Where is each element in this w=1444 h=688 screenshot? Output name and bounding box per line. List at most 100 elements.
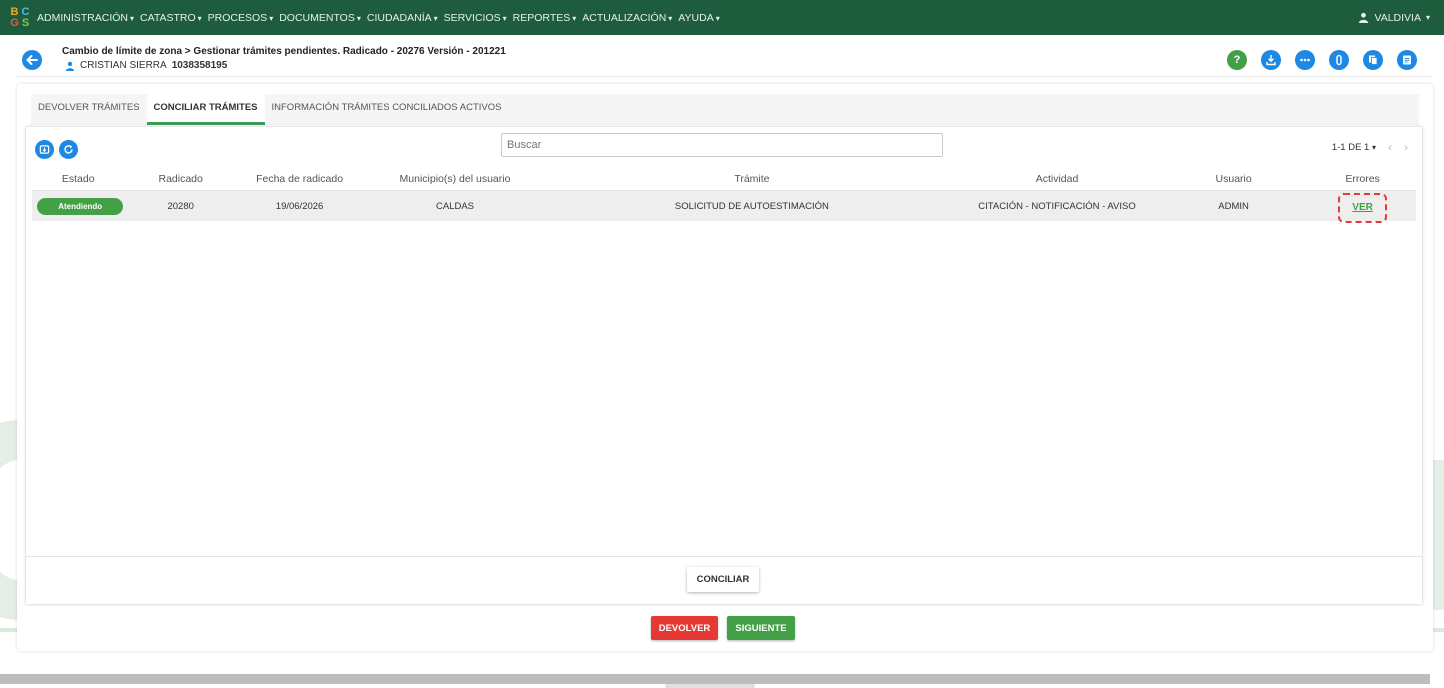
refresh-button[interactable] (59, 140, 78, 159)
refresh-icon (64, 145, 73, 154)
main-panel: DEVOLVER TRÁMITES CONCILIAR TRÁMITES INF… (17, 84, 1433, 651)
menu-procesos[interactable]: PROCESOS ▾ (208, 12, 274, 24)
back-button[interactable] (22, 50, 42, 70)
tab-conciliar-tramites[interactable]: CONCILIAR TRÁMITES (146, 94, 265, 125)
download-glyph (1266, 55, 1276, 66)
column-errores[interactable]: Errores (1309, 173, 1416, 185)
applicant-id: 1038358195 (171, 60, 228, 71)
column-usuario[interactable]: Usuario (1158, 173, 1309, 185)
chevron-down-icon: ▾ (356, 13, 361, 23)
copy-glyph (1369, 55, 1378, 65)
logo-letter: B (10, 5, 19, 18)
help-icon[interactable]: ? (1227, 50, 1247, 70)
cell-radicado: 20280 (167, 200, 194, 212)
breadcrumb: Cambio de límite de zona > Gestionar trá… (62, 46, 506, 57)
chevron-down-icon: ▾ (1425, 13, 1430, 22)
menu-catastro[interactable]: CATASTRO ▾ (140, 12, 202, 24)
menu-label: AYUDA (678, 11, 714, 24)
cell-fecha: 19/06/2026 (275, 200, 324, 212)
arrow-left-icon (26, 55, 38, 65)
table-row[interactable]: Atendiendo 20280 19/06/2026 CALDAS SOLIC… (32, 191, 1416, 223)
devolver-button[interactable]: DEVOLVER (651, 616, 718, 640)
tabs: DEVOLVER TRÁMITES CONCILIAR TRÁMITES INF… (31, 94, 509, 125)
column-estado[interactable]: Estado (32, 173, 124, 185)
column-radicado[interactable]: Radicado (124, 173, 237, 185)
menu-ciudadania[interactable]: CIUDADANÍA ▾ (367, 12, 438, 24)
conciliar-panel: 1-1 DE 1 ▾ ‹ › Estado Radicado Fecha de … (26, 127, 1422, 604)
user-name: VALDIVIA (1374, 11, 1421, 24)
pagination: 1-1 DE 1 ▾ ‹ › (1332, 140, 1408, 154)
menu-label: CATASTRO (140, 11, 196, 24)
applicant-name: CRISTIAN SIERRA (80, 60, 167, 71)
chevron-down-icon: ▾ (668, 13, 673, 23)
tramites-table: Estado Radicado Fecha de radicado Munici… (32, 167, 1416, 223)
cell-errores: VER (1309, 191, 1416, 223)
app-logo[interactable]: B C G S (9, 5, 31, 29)
cell-tramite: SOLICITUD DE AUTOESTIMACIÓN (674, 200, 829, 212)
view-errors-link[interactable]: VER (1338, 193, 1387, 223)
scrollbar-thumb[interactable] (665, 684, 755, 688)
main-menu: ADMINISTRACIÓN ▾ CATASTRO ▾ PROCESOS ▾ DOCU… (37, 12, 726, 24)
user-menu[interactable]: VALDIVIA ▾ (1358, 12, 1430, 24)
conciliar-button[interactable]: CONCILIAR (687, 567, 759, 592)
copy-icon[interactable] (1363, 50, 1383, 70)
chevron-down-icon: ▾ (130, 13, 135, 23)
chevron-left-icon[interactable]: ‹ (1388, 140, 1392, 154)
column-municipio[interactable]: Municipio(s) del usuario (362, 173, 548, 185)
siguiente-button[interactable]: SIGUIENTE (727, 616, 795, 640)
logo-letter: C (21, 5, 30, 18)
chevron-down-icon: ▾ (572, 13, 577, 23)
menu-documentos[interactable]: DOCUMENTOS ▾ (279, 12, 361, 24)
menu-label: ADMINISTRACIÓN (37, 11, 129, 24)
column-tramite[interactable]: Trámite (548, 173, 956, 185)
top-navbar: B C G S ADMINISTRACIÓN ▾ CATASTRO ▾ PROCES… (0, 0, 1444, 35)
pager-label: 1-1 DE 1 (1331, 141, 1370, 153)
menu-label: ACTUALIZACIÓN (582, 11, 667, 24)
menu-administracion[interactable]: ADMINISTRACIÓN ▾ (37, 12, 134, 24)
menu-label: DOCUMENTOS (279, 11, 355, 24)
menu-label: REPORTES (512, 11, 571, 24)
status-badge: Atendiendo (37, 197, 124, 215)
chevron-right-icon[interactable]: › (1404, 140, 1408, 154)
download-icon[interactable] (1261, 50, 1281, 70)
search-input[interactable] (501, 133, 943, 157)
chevron-down-icon: ▾ (502, 13, 507, 23)
chevron-down-icon: ▾ (433, 13, 438, 23)
menu-label: CIUDADANÍA (366, 11, 432, 24)
panel-footer: CONCILIAR (26, 556, 1422, 604)
menu-label: SERVICIOS (443, 11, 501, 24)
menu-servicios[interactable]: SERVICIOS ▾ (444, 12, 507, 24)
logo-letter: G (10, 16, 19, 29)
table-header: Estado Radicado Fecha de radicado Munici… (32, 167, 1416, 191)
chevron-down-icon: ▾ (269, 13, 274, 23)
cell-municipio: CALDAS (435, 200, 474, 212)
export-icon (39, 145, 50, 154)
menu-actualizacion[interactable]: ACTUALIZACIÓN ▾ (582, 12, 672, 24)
export-button[interactable] (35, 140, 54, 159)
cell-actividad: CITACIÓN - NOTIFICACIÓN - AVISO (978, 200, 1136, 212)
menu-reportes[interactable]: REPORTES ▾ (513, 12, 577, 24)
horizontal-scrollbar[interactable] (0, 674, 1444, 688)
more-icon[interactable] (1295, 50, 1315, 70)
user-icon (65, 61, 75, 71)
chevron-down-icon: ▾ (715, 13, 720, 23)
attachment-icon[interactable] (1329, 50, 1349, 70)
column-actividad[interactable]: Actividad (956, 173, 1158, 185)
logo-letter: S (21, 16, 30, 29)
scrollbar-track[interactable] (0, 674, 1430, 684)
chevron-down-icon: ▾ (197, 13, 202, 23)
user-icon (1359, 12, 1369, 23)
attachment-glyph (1336, 54, 1342, 66)
menu-ayuda[interactable]: AYUDA ▾ (678, 12, 719, 24)
applicant-info: CRISTIAN SIERRA 1038358195 (65, 60, 227, 71)
page-header: Cambio de límite de zona > Gestionar trá… (17, 41, 1433, 77)
column-fecha-radicado[interactable]: Fecha de radicado (237, 173, 362, 185)
tab-devolver-tramites[interactable]: DEVOLVER TRÁMITES (31, 94, 147, 125)
menu-label: PROCESOS (207, 11, 268, 24)
page-size-select[interactable]: 1-1 DE 1 ▾ (1332, 142, 1376, 153)
cell-estado: Atendiendo (32, 197, 124, 215)
cell-usuario: ADMIN (1218, 200, 1249, 212)
tab-informacion-tramites-conciliados[interactable]: INFORMACIÓN TRÁMITES CONCILIADOS ACTIVOS (264, 94, 509, 125)
more-glyph (1300, 58, 1310, 62)
notes-icon[interactable] (1397, 50, 1417, 70)
